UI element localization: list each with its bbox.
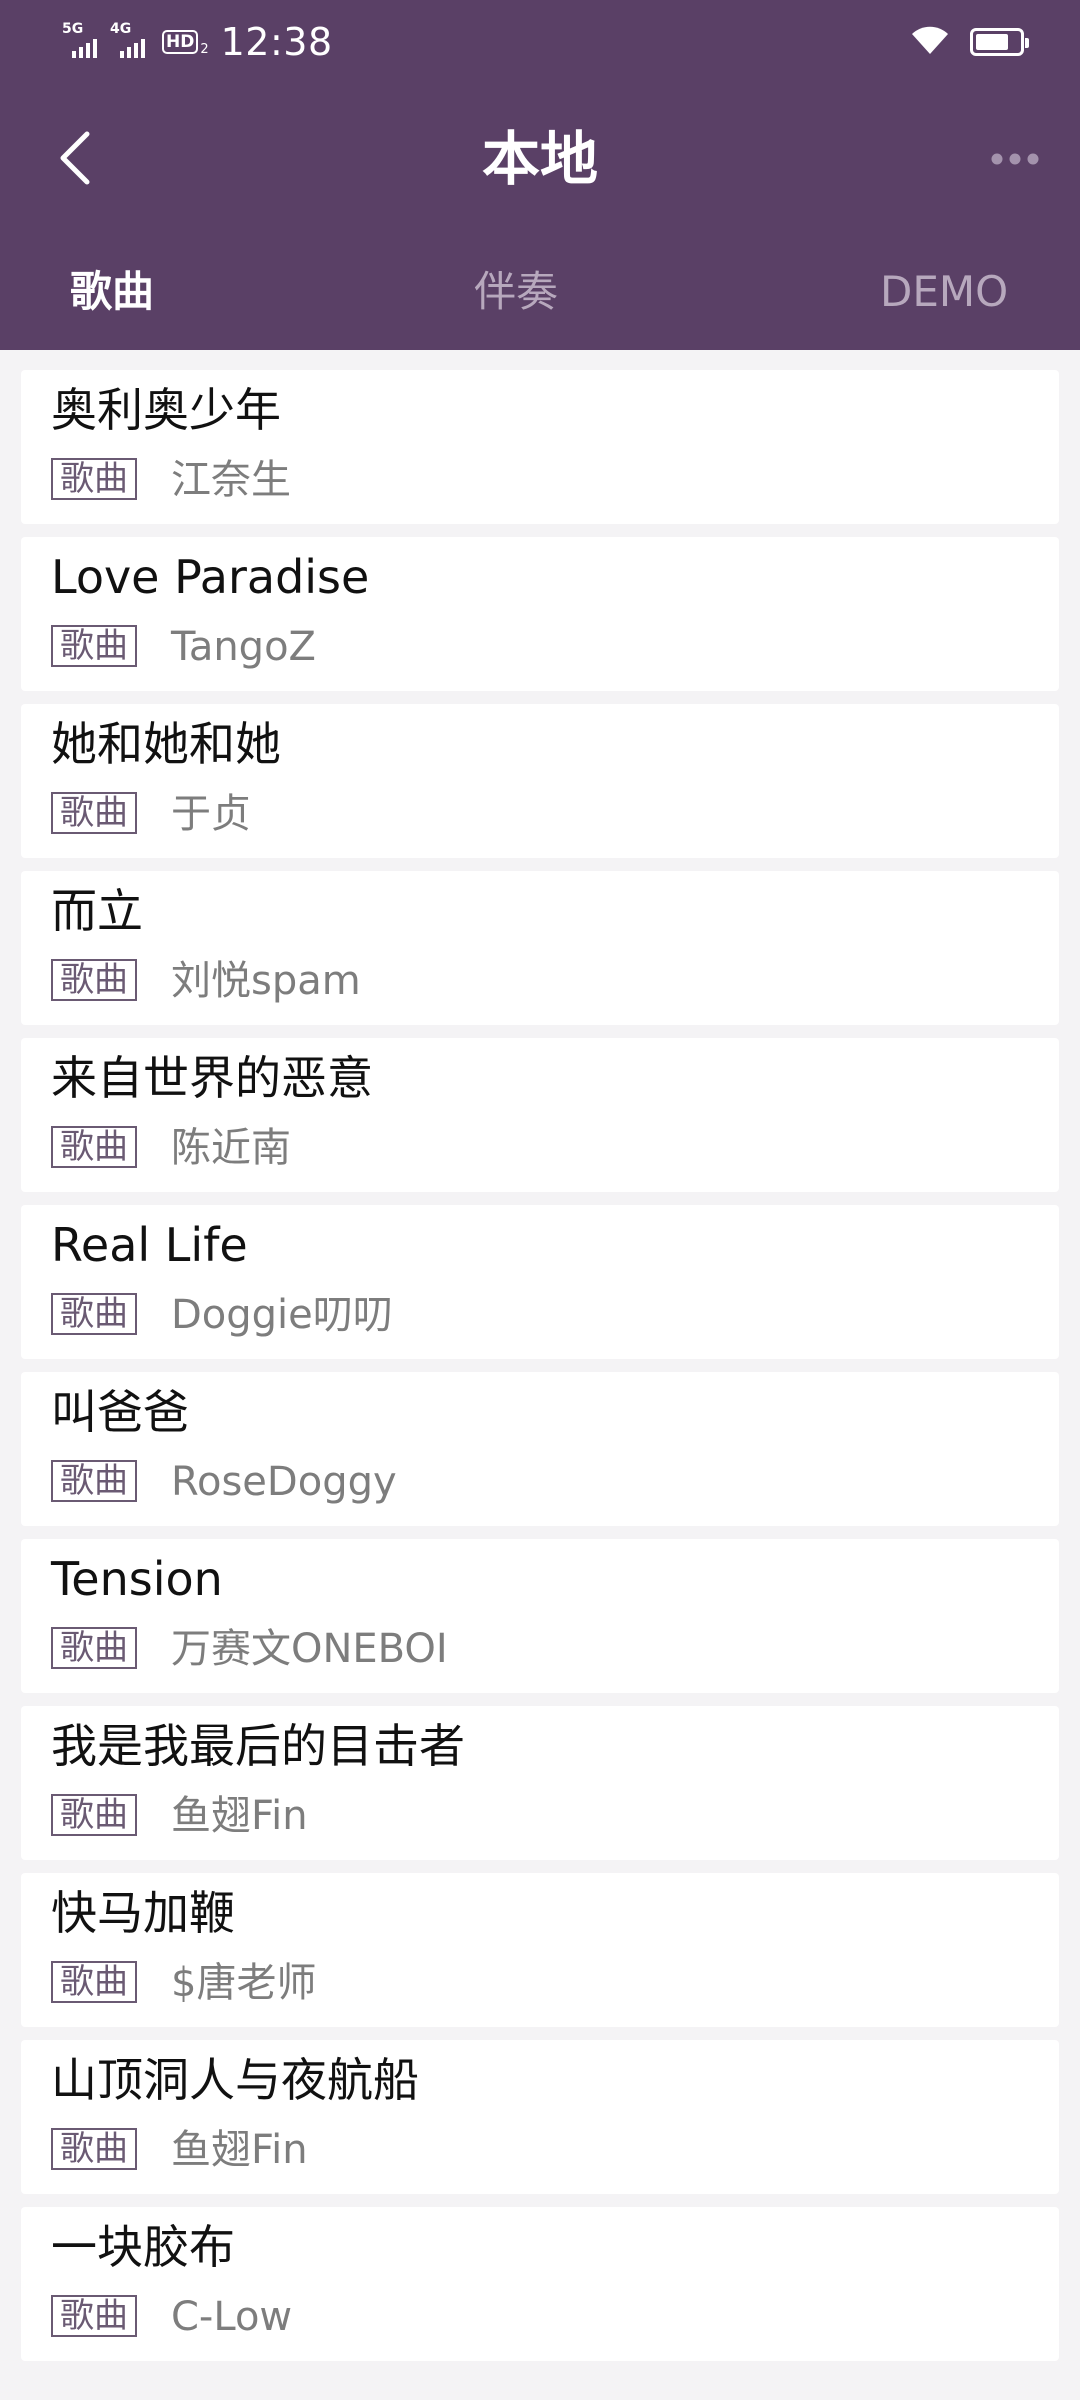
song-title: 我是我最后的目击者 — [51, 1719, 465, 1773]
song-type-tag: 歌曲 — [51, 1126, 137, 1168]
status-bar: 5G 4G HD 2 12:38 — [0, 0, 1080, 84]
song-artist: Doggie叨叨 — [171, 1292, 393, 1338]
signal-icon: 4G — [110, 22, 150, 62]
song-artist: 陈近南 — [171, 1125, 291, 1171]
app-header: 5G 4G HD 2 12:38 本地 歌曲 伴奏 DEMO — [0, 0, 1080, 350]
more-options-button[interactable] — [980, 128, 1050, 192]
song-type-tag: 歌曲 — [51, 458, 137, 500]
battery-icon — [970, 28, 1029, 56]
song-title: 快马加鞭 — [51, 1886, 235, 1940]
song-artist: 刘悦spam — [171, 958, 361, 1004]
song-type-tag: 歌曲 — [51, 792, 137, 834]
song-artist: $唐老师 — [171, 1960, 317, 2006]
song-type-tag: 歌曲 — [51, 2128, 137, 2170]
song-artist: 江奈生 — [171, 457, 291, 503]
list-item[interactable]: 叫爸爸歌曲 RoseDoggy — [21, 1372, 1059, 1526]
song-artist: 鱼翅Fin — [171, 2127, 308, 2173]
tab-bar: 歌曲 伴奏 DEMO — [0, 262, 1080, 332]
list-item[interactable]: Tension 歌曲 万赛文ONEBOI — [21, 1539, 1059, 1693]
tab-demo[interactable]: DEMO — [880, 262, 1008, 322]
song-type-tag: 歌曲 — [51, 1627, 137, 1669]
song-artist: 鱼翅Fin — [171, 1793, 308, 1839]
song-artist: TangoZ — [171, 624, 316, 670]
song-artist: 于贞 — [171, 791, 251, 837]
song-type-tag: 歌曲 — [51, 2295, 137, 2337]
list-item[interactable]: 奥利奥少年歌曲 江奈生 — [21, 370, 1059, 524]
song-type-tag: 歌曲 — [51, 1961, 137, 2003]
more-dots-icon — [990, 151, 1040, 170]
song-title: 而立 — [51, 884, 143, 938]
song-title: 叫爸爸 — [51, 1385, 189, 1439]
list-item[interactable]: 快马加鞭歌曲 $唐老师 — [21, 1873, 1059, 2027]
list-item[interactable]: Love Paradise 歌曲 TangoZ — [21, 537, 1059, 691]
song-title: 一块胶布 — [51, 2220, 235, 2274]
song-title: 山顶洞人与夜航船 — [51, 2053, 419, 2107]
sim2-network-label: 4G — [110, 21, 132, 37]
hd-voice-sim-index: 2 — [200, 41, 209, 57]
list-item[interactable]: 我是我最后的目击者歌曲 鱼翅Fin — [21, 1706, 1059, 1860]
list-item[interactable]: 她和她和她歌曲 于贞 — [21, 704, 1059, 858]
song-title: Tension — [51, 1552, 223, 1606]
song-artist: 万赛文ONEBOI — [171, 1626, 448, 1672]
song-title: 来自世界的恶意 — [51, 1051, 373, 1105]
list-item[interactable]: 来自世界的恶意歌曲 陈近南 — [21, 1038, 1059, 1192]
song-title: Love Paradise — [51, 550, 370, 604]
song-title: 她和她和她 — [51, 717, 281, 771]
list-item[interactable]: 而立歌曲 刘悦spam — [21, 871, 1059, 1025]
sim1-network-label: 5G — [62, 21, 84, 37]
wifi-icon — [910, 24, 950, 60]
song-type-tag: 歌曲 — [51, 625, 137, 667]
song-title: 奥利奥少年 — [51, 383, 281, 437]
song-artist: RoseDoggy — [171, 1459, 397, 1505]
song-type-tag: 歌曲 — [51, 1293, 137, 1335]
signal-icon: 5G — [62, 22, 102, 62]
list-item[interactable]: 山顶洞人与夜航船歌曲 鱼翅Fin — [21, 2040, 1059, 2194]
navigation-bar: 本地 — [0, 100, 1080, 220]
song-title: Real Life — [51, 1218, 248, 1272]
tab-accompaniment[interactable]: 伴奏 — [474, 262, 558, 322]
song-type-tag: 歌曲 — [51, 1794, 137, 1836]
page-title: 本地 — [481, 125, 598, 193]
status-time: 12:38 — [220, 20, 333, 64]
song-artist: C-Low — [171, 2294, 293, 2340]
tab-songs[interactable]: 歌曲 — [70, 262, 154, 322]
list-item[interactable]: 一块胶布歌曲 C-Low — [21, 2207, 1059, 2361]
list-item[interactable]: Real Life 歌曲 Doggie叨叨 — [21, 1205, 1059, 1359]
song-type-tag: 歌曲 — [51, 959, 137, 1001]
song-type-tag: 歌曲 — [51, 1460, 137, 1502]
hd-voice-badge: HD — [162, 30, 199, 54]
